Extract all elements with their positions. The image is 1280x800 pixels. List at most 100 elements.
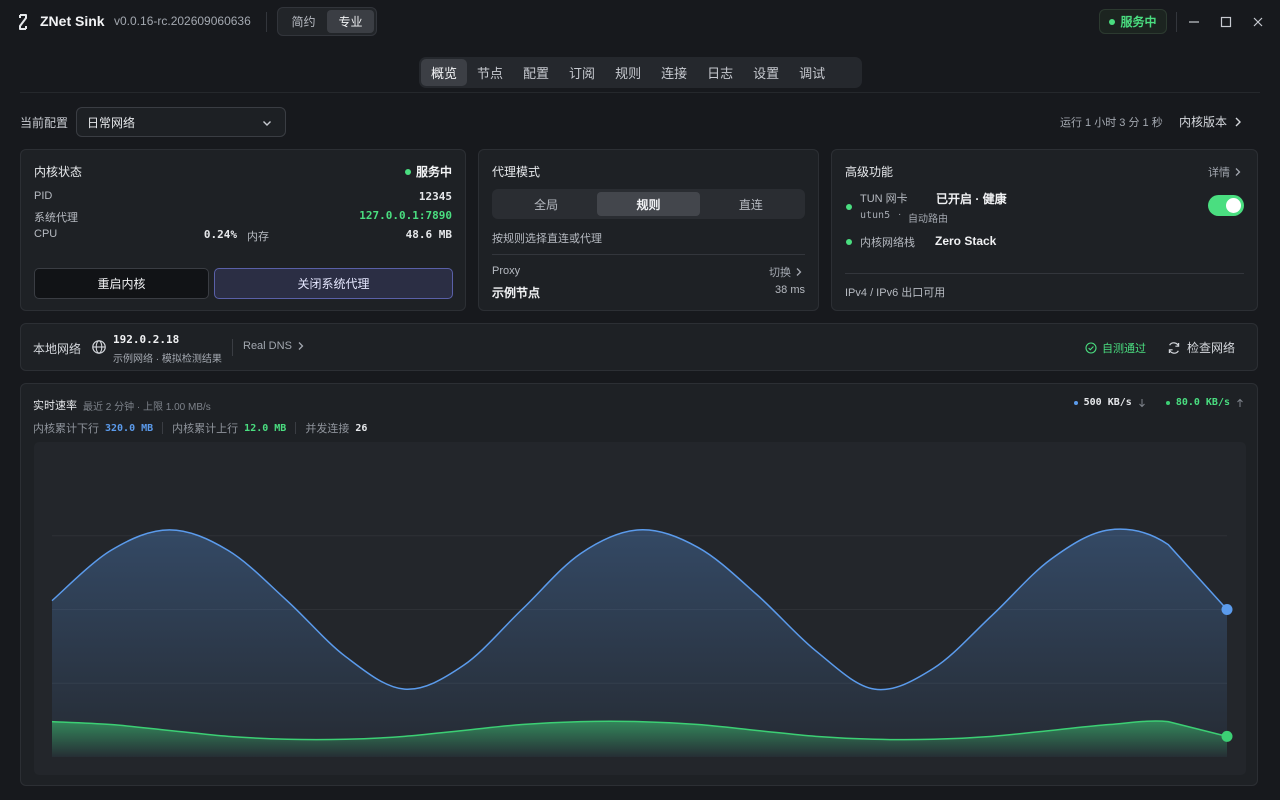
total-down-value: 320.0 MB [105,422,154,434]
kernel-status-text: 服务中 [415,165,452,179]
total-up-value: 12.0 MB [244,422,287,434]
tun-toggle[interactable] [1208,195,1244,216]
download-dot-icon [1073,400,1078,405]
proxy-mode-description: 按规则选择直连或代理 [492,233,602,245]
close-system-proxy-button[interactable]: 关闭系统代理 [214,268,453,299]
speed-subtitle: 最近 2 分钟 · 上限 1.00 MB/s [83,402,211,413]
advanced-details-link[interactable]: 详情 [1208,164,1242,180]
local-network-label: 本地网络 [33,342,82,356]
mem-label: 内存 [247,231,269,243]
tab-logs[interactable]: 日志 [697,59,743,86]
titlebar-divider-2 [1176,12,1177,32]
title-bar: ZNet Sink v0.0.16-rc.202609060636 简约 专业 … [0,0,1280,44]
upload-rate: 80.0 KB/s [1175,397,1230,408]
tab-rules[interactable]: 规则 [605,59,651,86]
config-select-value: 日常网络 [87,115,136,130]
tab-debug[interactable]: 调试 [789,59,835,86]
speed-legend: 500 KB/s 80.0 KB/s [1073,397,1244,408]
speed-chart [34,442,1246,775]
tun-device: utun5 [860,210,891,221]
ip-status-text: IPv4 / IPv6 出口可用 [845,287,946,299]
total-up-label: 内核累计上行 [172,423,239,435]
tab-settings[interactable]: 设置 [743,59,789,86]
tab-subscription[interactable]: 订阅 [559,59,605,86]
tab-nodes[interactable]: 节点 [467,59,513,86]
refresh-icon [1168,341,1180,354]
minimize-icon[interactable] [1186,14,1202,30]
uptime-text: 运行 1 小时 3 分 1 秒 [1060,117,1163,129]
realtime-speed-card: 实时速率 最近 2 分钟 · 上限 1.00 MB/s 500 KB/s 80.… [20,383,1258,786]
stack-status-dot-icon [846,239,852,245]
stack-value: Zero Stack [935,234,997,248]
local-ip: 192.0.2.18 [113,333,180,346]
kernel-status-card: 内核状态 服务中 PID 12345 系统代理 127.0.0.1:7890 C… [20,149,466,311]
connections-value: 26 [355,422,368,434]
status-dot-icon [1109,18,1116,25]
tab-connections[interactable]: 连接 [651,59,697,86]
chevron-down-icon [263,121,271,126]
tab-config[interactable]: 配置 [513,59,559,86]
upload-dot-icon [1165,400,1170,405]
arrow-up-icon [1237,398,1243,407]
proxy-switch-link[interactable]: 切换 [769,264,803,280]
mode-pro-button[interactable]: 专业 [327,10,374,33]
proxy-card-title: 代理模式 [492,165,541,179]
real-dns-label: Real DNS [243,340,292,352]
local-network-bar: 本地网络 192.0.2.18 示例网络 · 模拟检测结果 Real DNS 自… [20,323,1258,371]
chevron-right-icon [298,342,304,350]
restart-kernel-button[interactable]: 重启内核 [34,268,209,299]
tun-label: TUN 网卡 [860,193,908,205]
proxy-mode-global[interactable]: 全局 [495,192,597,216]
sys-proxy-value: 127.0.0.1:7890 [359,209,452,222]
app-logo-icon [19,14,27,30]
tun-status: 已开启 · 健康 [936,192,1007,206]
proxy-mode-direct[interactable]: 直连 [700,192,802,216]
proxy-mode-card: 代理模式 全局 规则 直连 按规则选择直连或代理 Proxy 切换 示例节点 3… [478,149,819,311]
maximize-icon[interactable] [1218,14,1234,30]
tun-route: 自动路由 [908,214,948,225]
proxy-switch-label: 切换 [769,267,791,279]
tun-toggle-knob [1226,198,1241,213]
net-divider [232,339,233,356]
advanced-features-card: 高级功能 详情 TUN 网卡 已开启 · 健康 utun5 · 自动路由 内核网… [831,149,1258,311]
close-icon[interactable] [1250,14,1266,30]
cpu-value: 0.24% [203,228,237,241]
chevron-right-icon [1235,168,1241,176]
mode-simple-button[interactable]: 简约 [280,10,327,33]
titlebar-divider [266,12,267,32]
service-status-badge: 服务中 [1099,9,1167,34]
speed-totals: 内核累计下行 320.0 MB 内核累计上行 12.0 MB 并发连接 26 [33,420,367,436]
chevron-right-icon [796,268,802,276]
kernel-version-link[interactable]: 内核版本 [1179,113,1243,130]
speed-chart-svg [51,528,1233,757]
nav-divider [20,92,1260,93]
service-status-text: 服务中 [1120,15,1157,29]
main-nav: 概览 节点 配置 订阅 规则 连接 日志 设置 调试 [419,57,862,88]
tun-sep: · [898,209,902,220]
speed-title: 实时速率 [33,400,77,412]
advanced-card-title: 高级功能 [845,165,894,179]
real-dns-link[interactable]: Real DNS [243,340,305,352]
tun-status-dot-icon [846,204,852,210]
kernel-version-label: 内核版本 [1179,115,1228,129]
self-test-status: 自测通过 [1085,340,1146,356]
upload-latest-point [1221,730,1233,742]
view-mode-switch: 简约 专业 [277,7,377,36]
proxy-mode-rule[interactable]: 规则 [597,192,700,216]
mem-value: 48.6 MB [405,228,452,241]
config-select[interactable]: 日常网络 [76,107,286,137]
app-version: v0.0.16-rc.202609060636 [114,14,251,28]
local-network-sub: 示例网络 · 模拟检测结果 [113,354,222,365]
arrow-down-icon [1138,398,1145,407]
check-network-button[interactable]: 检查网络 [1167,339,1235,356]
tab-overview[interactable]: 概览 [421,59,468,86]
current-config-label: 当前配置 [20,116,69,130]
check-network-label: 检查网络 [1187,341,1236,355]
proxy-mode-switch: 全局 规则 直连 [492,189,805,219]
self-test-text: 自测通过 [1102,343,1146,355]
total-down-label: 内核累计下行 [33,423,99,435]
kernel-status-indicator: 服务中 [404,163,452,180]
kernel-status-dot-icon [404,168,411,175]
kernel-card-title: 内核状态 [34,165,83,179]
chevron-right-icon [1235,117,1242,126]
